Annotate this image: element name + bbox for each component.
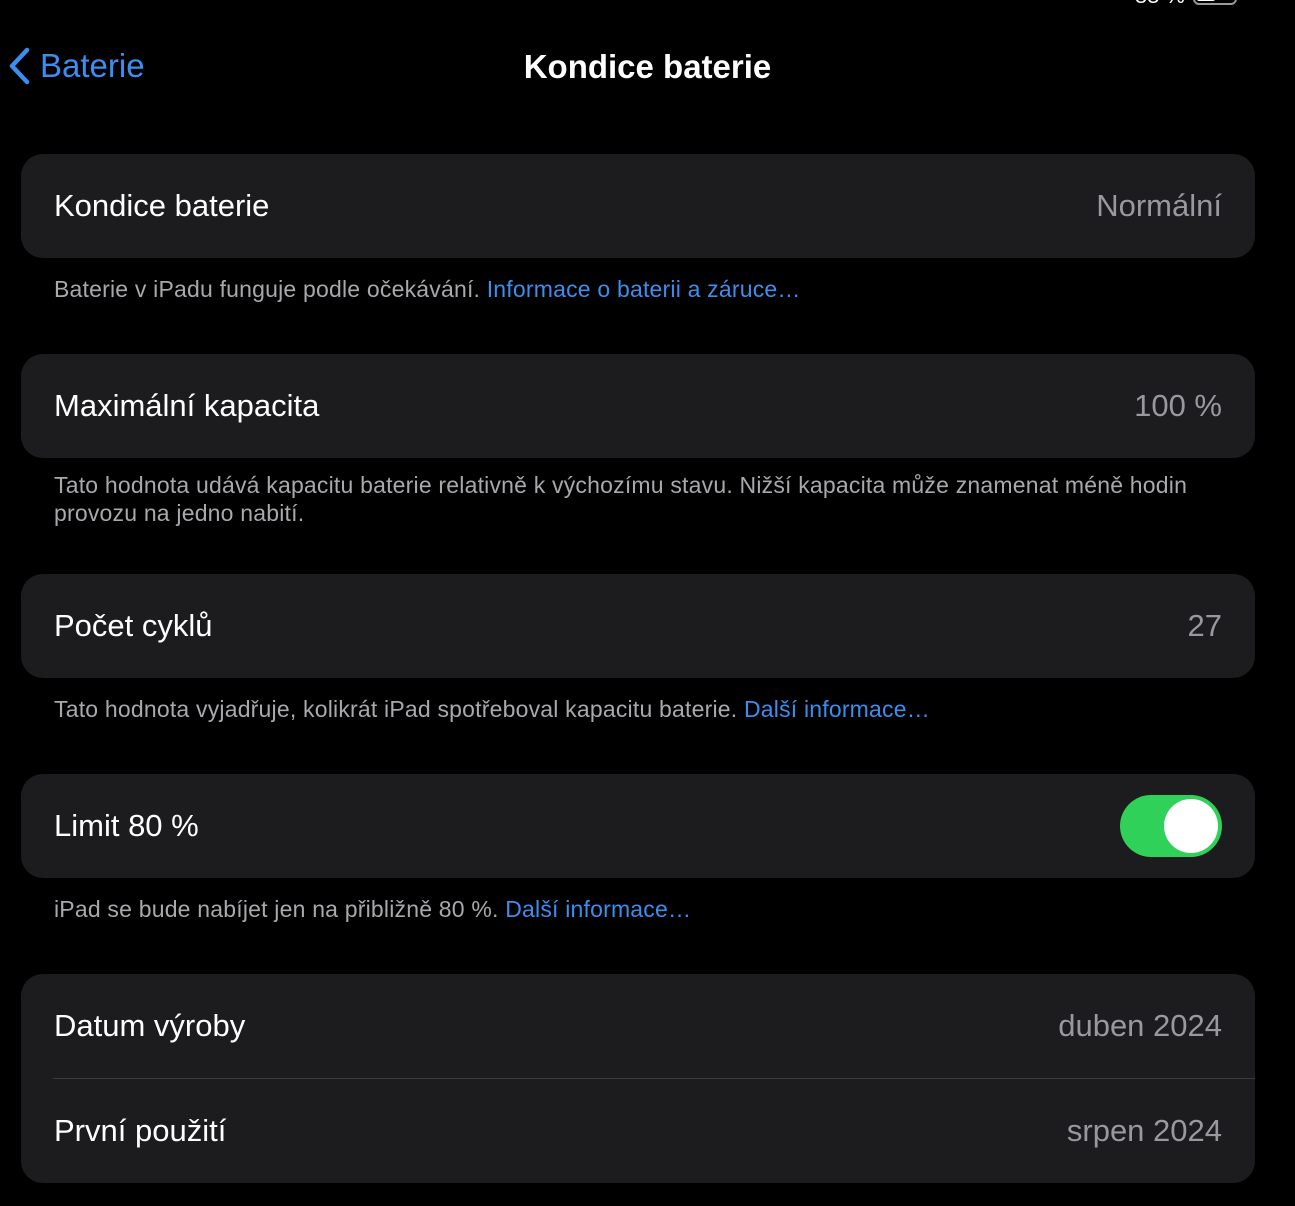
limit-note: iPad se bude nabíjet jen na přibližně 80… [54,895,1234,923]
health-value: Normální [1096,188,1222,223]
limit-row: Limit 80 % [21,774,1255,878]
capacity-value: 100 % [1134,388,1222,423]
toggle-knob [1164,799,1218,853]
health-note-text: Baterie v iPadu funguje podle očekávání. [54,276,481,302]
capacity-card: Maximální kapacita 100 % [21,354,1255,458]
capacity-row: Maximální kapacita 100 % [21,354,1255,458]
battery-icon [1193,0,1237,5]
cycles-more-info-link[interactable]: Další informace… [744,696,930,722]
manufacture-date-row: Datum výroby duben 2024 [21,974,1255,1078]
navigation-bar: Baterie Kondice baterie [0,40,1295,100]
limit-more-info-link[interactable]: Další informace… [505,896,691,922]
battery-percentage: 88 % [1135,0,1185,9]
manufacture-date-label: Datum výroby [54,1008,246,1043]
first-use-label: První použití [54,1113,227,1148]
cycles-row: Počet cyklů 27 [21,574,1255,678]
limit-card: Limit 80 % [21,774,1255,878]
health-label: Kondice baterie [54,188,270,223]
status-bar: 88 % [1121,0,1237,9]
battery-warranty-link[interactable]: Informace o baterii a záruce… [487,276,801,302]
limit-note-text: iPad se bude nabíjet jen na přibližně 80… [54,896,499,922]
page-title: Kondice baterie [523,48,772,85]
manufacture-date-value: duben 2024 [1058,1008,1222,1043]
capacity-note: Tato hodnota udává kapacitu baterie rela… [54,471,1234,527]
capacity-note-text: Tato hodnota udává kapacitu baterie rela… [54,472,1188,526]
health-card: Kondice baterie Normální [21,154,1255,258]
first-use-value: srpen 2024 [1066,1113,1222,1148]
health-row: Kondice baterie Normální [21,154,1255,258]
capacity-label: Maximální kapacita [54,388,320,423]
cycles-label: Počet cyklů [54,608,213,643]
dates-card: Datum výroby duben 2024 První použití sr… [21,974,1255,1183]
battery-health-screen: 88 % Baterie Kondice baterie Kondice bat… [0,0,1295,1206]
cycles-note: Tato hodnota vyjadřuje, kolikrát iPad sp… [54,695,1234,723]
first-use-row: První použití srpen 2024 [21,1079,1255,1183]
limit-toggle[interactable] [1120,795,1222,857]
health-note: Baterie v iPadu funguje podle očekávání.… [54,275,1234,303]
cycles-note-text: Tato hodnota vyjadřuje, kolikrát iPad sp… [54,696,738,722]
cycles-card: Počet cyklů 27 [21,574,1255,678]
cycles-value: 27 [1187,608,1222,643]
limit-label: Limit 80 % [54,808,199,843]
